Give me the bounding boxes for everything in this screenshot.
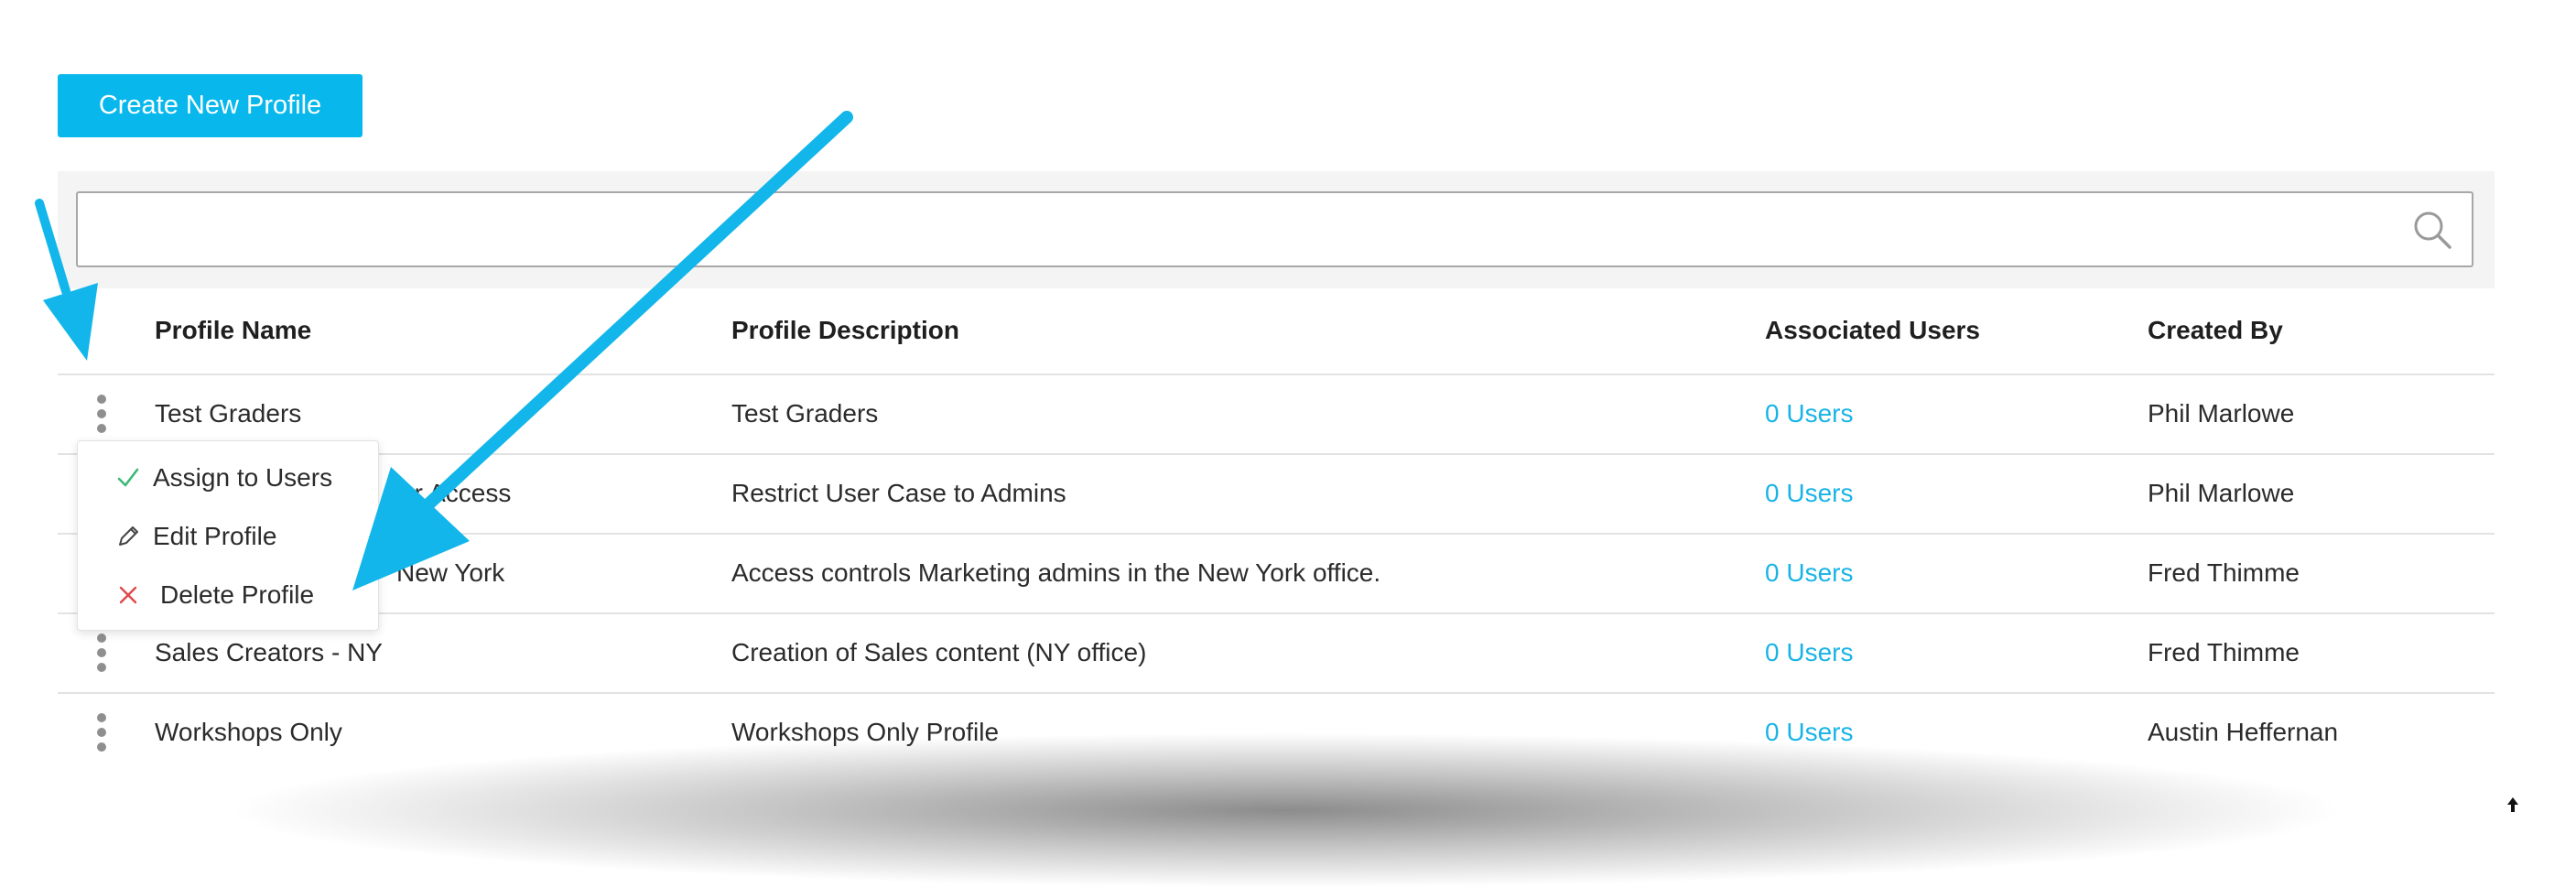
menu-item-label: Edit Profile	[153, 522, 277, 550]
create-new-profile-button[interactable]: Create New Profile	[58, 74, 363, 137]
table-row: New York Access controls Marketing admin…	[58, 533, 2495, 613]
table-row: Workshops Only Workshops Only Profile 0 …	[58, 692, 2495, 773]
menu-item-assign-to-users[interactable]: Assign to Users	[114, 460, 332, 496]
cursor-icon	[2507, 797, 2518, 812]
associated-users-link[interactable]: 0 Users	[1765, 399, 1853, 428]
associated-users-link[interactable]: 0 Users	[1765, 558, 1853, 588]
header-profile-description[interactable]: Profile Description	[731, 316, 959, 345]
header-profile-name[interactable]: Profile Name	[155, 316, 311, 345]
table-row: Sales Creators - NY Creation of Sales co…	[58, 612, 2495, 693]
associated-users-link[interactable]: 0 Users	[1765, 638, 1853, 667]
profile-description: Restrict User Case to Admins	[731, 479, 1066, 507]
row-actions-kebab-icon[interactable]	[92, 634, 112, 672]
profile-name: Sales Creators - NY	[155, 638, 383, 666]
row-actions-menu: Assign to Users Edit Profile Delete Prof…	[77, 440, 379, 631]
row-actions-kebab-icon[interactable]	[92, 395, 112, 433]
created-by: Phil Marlowe	[2148, 479, 2295, 507]
search-input[interactable]	[76, 191, 2473, 267]
table-row: Test Graders Test Graders 0 Users Phil M…	[58, 374, 2495, 454]
created-by: Austin Heffernan	[2148, 718, 2339, 746]
table-row: ser Access Restrict User Case to Admins …	[58, 453, 2495, 534]
menu-item-edit-profile[interactable]: Edit Profile	[114, 518, 276, 555]
x-icon	[114, 581, 142, 609]
profile-name: New York	[396, 558, 505, 587]
row-actions-kebab-icon[interactable]	[92, 713, 112, 752]
search-icon[interactable]	[2411, 209, 2453, 251]
created-by: Fred Thimme	[2148, 558, 2300, 587]
menu-item-label: Delete Profile	[160, 580, 315, 609]
menu-item-delete-profile[interactable]: Delete Profile	[114, 577, 314, 613]
profile-description: Workshops Only Profile	[731, 718, 1000, 746]
header-created-by[interactable]: Created By	[2148, 316, 2283, 345]
header-associated-users[interactable]: Associated Users	[1765, 316, 1980, 345]
profile-description: Test Graders	[731, 399, 879, 428]
pencil-icon	[114, 523, 142, 550]
created-by: Fred Thimme	[2148, 638, 2300, 666]
associated-users-link[interactable]: 0 Users	[1765, 718, 1853, 747]
profile-name: ser Access	[387, 479, 512, 507]
check-icon	[114, 464, 142, 492]
menu-item-label: Assign to Users	[153, 463, 333, 492]
associated-users-link[interactable]: 0 Users	[1765, 479, 1853, 508]
profile-name: Workshops Only	[155, 718, 342, 746]
profile-description: Access controls Marketing admins in the …	[731, 558, 1381, 587]
created-by: Phil Marlowe	[2148, 399, 2295, 428]
profile-description: Creation of Sales content (NY office)	[731, 638, 1147, 666]
profile-name: Test Graders	[155, 399, 302, 428]
